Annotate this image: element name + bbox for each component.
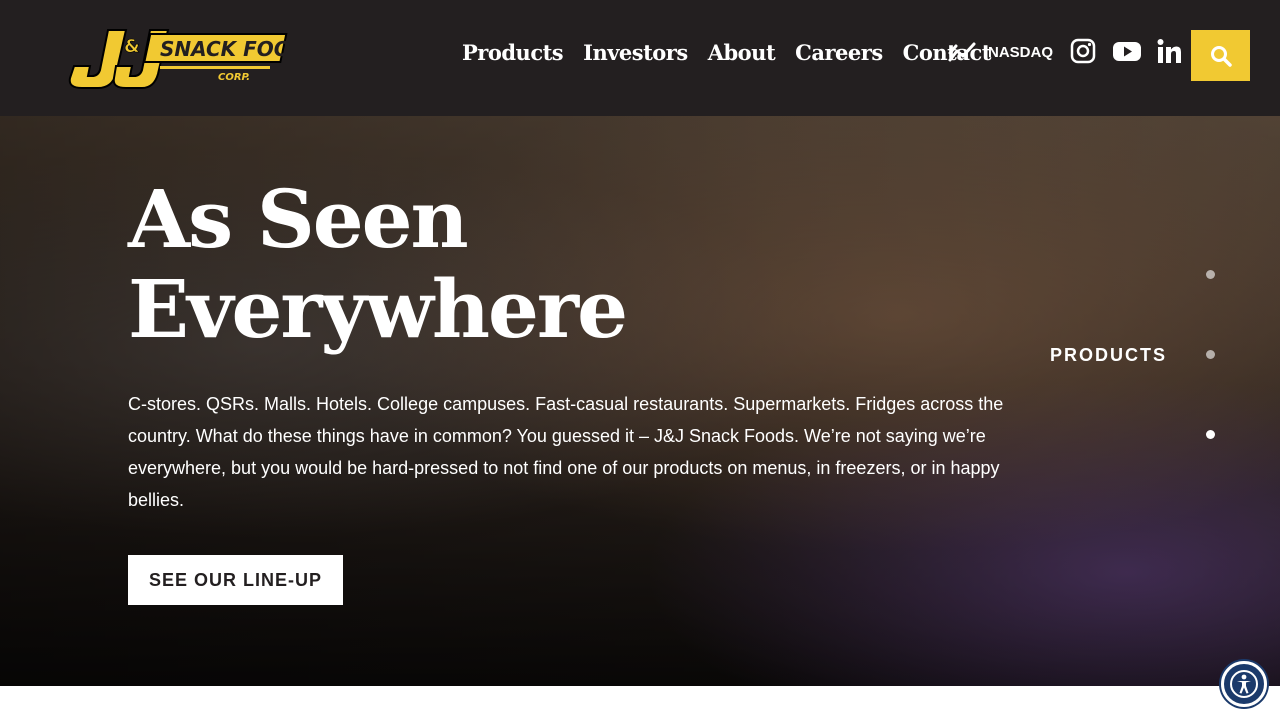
slide-dot-2[interactable]: [1206, 350, 1215, 359]
slide-dot-1[interactable]: [1206, 270, 1215, 279]
trend-chart-icon: [948, 42, 976, 62]
hero-banner: As Seen Everywhere C-stores. QSRs. Malls…: [0, 116, 1280, 686]
hero-description: C-stores. QSRs. Malls. Hotels. College c…: [128, 394, 1004, 510]
slide-indicator-label: PRODUCTS: [1049, 345, 1167, 365]
nav-careers[interactable]: Careers: [795, 40, 883, 65]
svg-text:SNACK FOODS: SNACK FOODS: [160, 37, 290, 61]
svg-text:&: &: [124, 36, 140, 57]
site-header: & SNACK FOODS CORP. Products Investors A…: [0, 0, 1280, 116]
nasdaq-stock-link[interactable]: NASDAQ: [948, 40, 1053, 64]
youtube-icon[interactable]: [1112, 38, 1142, 66]
accessibility-icon: [1230, 670, 1258, 698]
social-links: [1070, 38, 1184, 66]
logo-mark: & SNACK FOODS CORP.: [68, 29, 322, 89]
nav-products[interactable]: Products: [462, 40, 564, 65]
svg-text:CORP.: CORP.: [218, 72, 250, 83]
nasdaq-label: NASDAQ: [988, 43, 1054, 61]
accessibility-button[interactable]: [1221, 661, 1267, 707]
hero-title: As Seen Everywhere: [128, 172, 628, 356]
nav-investors[interactable]: Investors: [583, 40, 688, 65]
jj-snack-foods-logo[interactable]: & SNACK FOODS CORP.: [68, 26, 322, 90]
linkedin-icon[interactable]: [1156, 38, 1184, 66]
instagram-icon[interactable]: [1070, 38, 1098, 66]
slide-dot-3[interactable]: [1206, 430, 1215, 439]
main-nav: Products Investors About Careers Contact: [462, 40, 991, 65]
nav-about[interactable]: About: [708, 40, 776, 65]
see-line-up-button[interactable]: SEE OUR LINE-UP: [128, 555, 343, 605]
search-icon: [1210, 45, 1232, 67]
search-button[interactable]: [1191, 30, 1250, 81]
